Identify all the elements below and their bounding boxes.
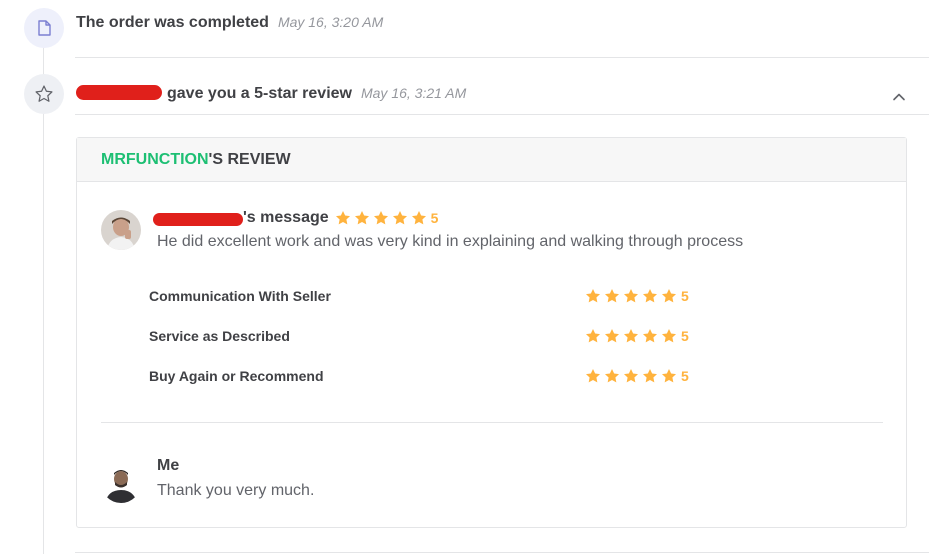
divider bbox=[75, 57, 929, 58]
star-filled-icon bbox=[624, 289, 638, 303]
redacted-username bbox=[153, 212, 243, 226]
criteria-row: Service as Described 5 bbox=[149, 328, 689, 344]
criteria-row: Communication With Seller 5 bbox=[149, 288, 689, 304]
divider bbox=[101, 422, 883, 423]
star-filled-icon bbox=[411, 211, 426, 225]
star-rating: 5 bbox=[335, 210, 439, 226]
seller-name: MRFUNCTION bbox=[101, 150, 209, 168]
star-filled-icon bbox=[662, 369, 676, 383]
buyer-message-heading: 's message 5 bbox=[153, 209, 438, 227]
star-filled-icon bbox=[586, 369, 600, 383]
star-filled-icon bbox=[643, 289, 657, 303]
redacted-username bbox=[76, 85, 162, 100]
buyer-avatar bbox=[101, 210, 141, 250]
review-header-label: 'S REVIEW bbox=[208, 150, 291, 168]
star-filled-icon bbox=[586, 289, 600, 303]
star-icon bbox=[24, 74, 64, 114]
divider bbox=[75, 114, 929, 115]
star-filled-icon bbox=[605, 289, 619, 303]
star-filled-icon bbox=[624, 369, 638, 383]
divider bbox=[75, 552, 929, 553]
reply-author: Me bbox=[157, 457, 180, 474]
buyer-message-label: 's message bbox=[243, 209, 329, 226]
event-review: gave you a 5-star review May 16, 3:21 AM bbox=[76, 83, 466, 103]
buyer-message-text: He did excellent work and was very kind … bbox=[157, 233, 744, 250]
timeline-line bbox=[43, 44, 44, 554]
event-timestamp: May 16, 3:21 AM bbox=[360, 85, 467, 101]
star-rating: 5 bbox=[585, 328, 689, 344]
star-filled-icon bbox=[354, 211, 369, 225]
review-card: MRFUNCTION 'S REVIEW 's message 5 He did … bbox=[76, 137, 907, 528]
event-title: The order was completed bbox=[76, 14, 269, 31]
criteria-label: Buy Again or Recommend bbox=[149, 368, 324, 384]
star-filled-icon bbox=[605, 369, 619, 383]
criteria-label: Service as Described bbox=[149, 328, 290, 344]
star-filled-icon bbox=[662, 329, 676, 343]
rating-value: 5 bbox=[681, 288, 689, 304]
star-rating: 5 bbox=[585, 288, 689, 304]
star-filled-icon bbox=[643, 329, 657, 343]
event-title: gave you a 5-star review bbox=[167, 85, 352, 102]
star-filled-icon bbox=[624, 329, 638, 343]
criteria-row: Buy Again or Recommend 5 bbox=[149, 368, 689, 384]
event-order-completed: The order was completed May 16, 3:20 AM bbox=[76, 14, 383, 32]
star-filled-icon bbox=[586, 329, 600, 343]
rating-value: 5 bbox=[430, 210, 439, 226]
event-timestamp: May 16, 3:20 AM bbox=[277, 14, 384, 30]
review-card-header: MRFUNCTION 'S REVIEW bbox=[77, 138, 906, 182]
star-filled-icon bbox=[335, 211, 350, 225]
star-filled-icon bbox=[392, 211, 407, 225]
star-filled-icon bbox=[373, 211, 388, 225]
criteria-label: Communication With Seller bbox=[149, 288, 331, 304]
chevron-up-icon[interactable] bbox=[890, 88, 908, 106]
seller-avatar bbox=[101, 463, 141, 503]
rating-value: 5 bbox=[681, 328, 689, 344]
reply-message-text: Thank you very much. bbox=[157, 482, 315, 499]
star-filled-icon bbox=[662, 289, 676, 303]
document-icon bbox=[24, 8, 64, 48]
star-filled-icon bbox=[605, 329, 619, 343]
star-filled-icon bbox=[643, 369, 657, 383]
rating-value: 5 bbox=[681, 368, 689, 384]
star-rating: 5 bbox=[585, 368, 689, 384]
